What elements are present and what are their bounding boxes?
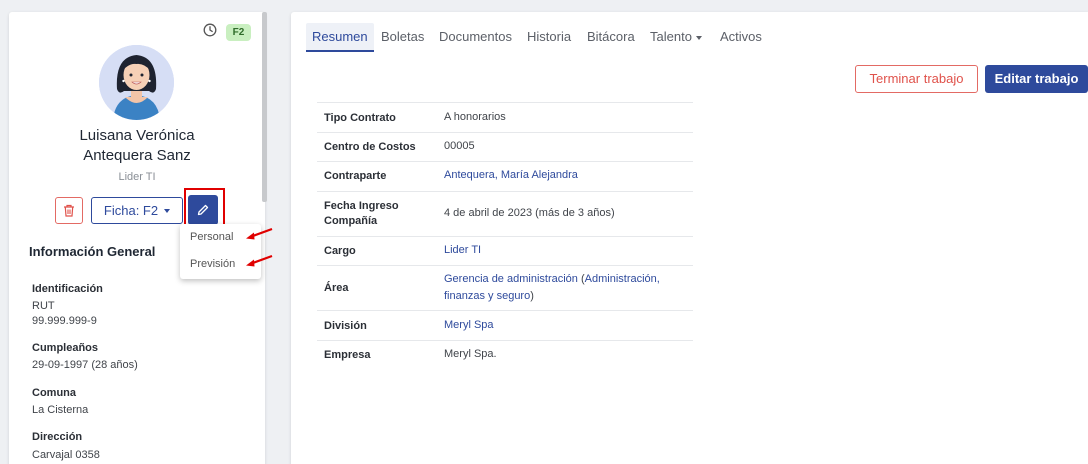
row-label-line1: Fecha Ingreso [324, 200, 399, 212]
row-label: Cargo [324, 245, 356, 257]
row-label: Contraparte [324, 170, 387, 182]
area-link[interactable]: Gerencia de administración [444, 273, 578, 285]
row-label: Área [324, 282, 349, 294]
edit-profile-button[interactable] [188, 195, 218, 225]
field-label-identificacion: Identificación [32, 283, 103, 295]
area-paren-close: ) [530, 290, 534, 302]
tab-talento-label: Talento [650, 29, 692, 44]
table-row: Centro de Costos 00005 [317, 132, 693, 161]
field-value-comuna: La Cisterna [32, 404, 89, 416]
tab-activos[interactable]: Activos [720, 29, 762, 44]
edit-job-button[interactable]: Editar trabajo [985, 65, 1088, 93]
field-value-cumpleanos: 29-09-1997 (28 años) [32, 359, 138, 371]
ficha-dropdown-label: Ficha: F2 [103, 203, 159, 218]
row-label: Fecha Ingreso Compañía [324, 199, 399, 229]
tab-talento[interactable]: Talento [650, 29, 702, 44]
delete-button[interactable] [55, 197, 83, 224]
terminate-job-button[interactable]: Terminar trabajo [855, 65, 978, 93]
annotation-arrow-icon [246, 254, 273, 267]
row-label: Tipo Contrato [324, 112, 396, 124]
ficha-badge: F2 [226, 24, 251, 41]
field-value-direccion: Carvajal 0358 [32, 449, 100, 461]
tab-historia[interactable]: Historia [527, 29, 571, 44]
area-paren-open: ( [577, 273, 585, 285]
chevron-down-icon [695, 35, 702, 40]
tab-resumen[interactable]: Resumen [312, 29, 368, 44]
field-label-cumpleanos: Cumpleaños [32, 342, 99, 354]
menu-item-personal[interactable]: Personal [190, 231, 233, 243]
row-label: Centro de Costos [324, 141, 416, 153]
division-link[interactable]: Meryl Spa [444, 317, 684, 334]
pencil-icon [197, 204, 209, 216]
avatar [99, 45, 174, 120]
field-value-rut: 99.999.999-9 [32, 315, 97, 327]
field-label-direccion: Dirección [32, 431, 83, 443]
cargo-link[interactable]: Lider TI [444, 242, 684, 259]
field-label-comuna: Comuna [32, 387, 76, 399]
field-value-rut-label: RUT [32, 300, 55, 312]
ficha-dropdown-button[interactable]: Ficha: F2 [91, 197, 183, 224]
info-general-title: Información General [29, 244, 156, 259]
tab-bitacora[interactable]: Bitácora [587, 29, 635, 44]
clock-icon[interactable] [203, 23, 217, 37]
employee-name: Luisana Verónica Antequera Sanz [9, 126, 265, 166]
row-value: Gerencia de administración (Administraci… [444, 271, 684, 305]
contraparte-link[interactable]: Antequera, María Alejandra [444, 167, 684, 184]
table-row: Cargo Lider TI [317, 236, 693, 265]
row-value: A honorarios [444, 111, 506, 123]
table-row: División Meryl Spa [317, 310, 693, 340]
row-value: 00005 [444, 140, 475, 152]
annotation-arrow-icon [246, 227, 273, 240]
table-row: Tipo Contrato A honorarios [317, 102, 693, 132]
employee-name-line2: Antequera Sanz [83, 147, 191, 164]
row-value: Meryl Spa. [444, 348, 497, 360]
tab-active-underline [306, 50, 374, 52]
row-label: Empresa [324, 349, 371, 361]
employee-role: Lider TI [118, 171, 156, 183]
table-row: Fecha Ingreso Compañía 4 de abril de 202… [317, 191, 693, 236]
chevron-down-icon [164, 208, 171, 213]
tab-documentos[interactable]: Documentos [439, 29, 512, 44]
menu-item-prevision[interactable]: Previsión [190, 258, 235, 270]
area-parent-link-line2[interactable]: finanzas y seguro [444, 290, 530, 302]
table-row: Contraparte Antequera, María Alejandra [317, 161, 693, 191]
row-label-line2: Compañía [324, 215, 378, 227]
area-parent-link-line1[interactable]: Administración, [585, 273, 660, 285]
table-row: Empresa Meryl Spa. [317, 340, 693, 370]
table-row: Área Gerencia de administración (Adminis… [317, 265, 693, 310]
tab-boletas[interactable]: Boletas [381, 29, 424, 44]
employee-name-line1: Luisana Verónica [79, 127, 195, 144]
row-label: División [324, 320, 367, 332]
row-value: 4 de abril de 2023 (más de 3 años) [444, 207, 615, 219]
trash-icon [64, 204, 74, 217]
